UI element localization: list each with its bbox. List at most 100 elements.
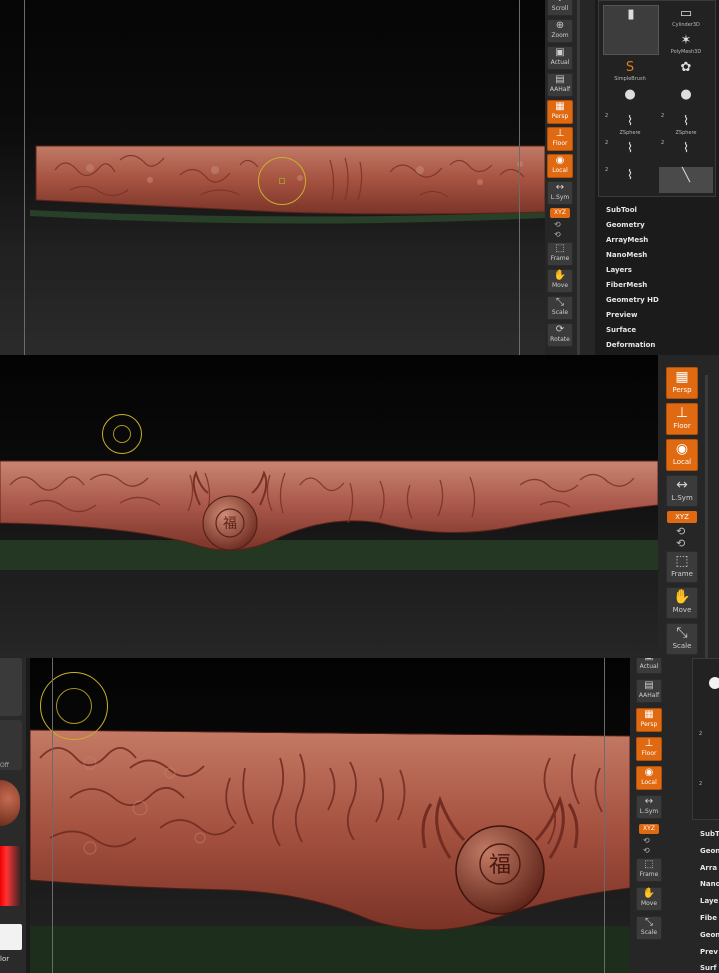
scroll-button[interactable]: ⇕Scroll: [547, 0, 573, 16]
zoom-button[interactable]: ⊕ Zoom: [547, 19, 573, 43]
sphere-thumb[interactable]: [709, 677, 719, 689]
tool-thumbnail[interactable]: ▭ Cylinder3D: [659, 5, 713, 31]
color-picker[interactable]: [0, 846, 22, 906]
tool-thumbnail[interactable]: S SimpleBrush: [603, 59, 657, 85]
menu-item-arra[interactable]: Arra: [700, 860, 719, 877]
material-swatch[interactable]: [0, 780, 20, 826]
xyz-toggle[interactable]: XYZ: [667, 511, 697, 523]
menu-item-subtool[interactable]: SubTool: [606, 203, 659, 218]
scale-icon: ⤡: [676, 625, 688, 641]
l-sym-button[interactable]: ↔ L.Sym: [547, 181, 573, 205]
tool-thumbnail[interactable]: 2 ⌇ ZSphere: [603, 113, 657, 139]
xyz-toggle[interactable]: XYZ: [639, 824, 659, 834]
persp-button[interactable]: ▦ Persp: [666, 367, 698, 399]
toolbar-button-label: Floor: [552, 140, 568, 147]
rotate-axis-icon[interactable]: ⟲: [554, 230, 561, 239]
main-color-swatch[interactable]: [0, 924, 22, 950]
menu-item-subt[interactable]: SubT: [700, 826, 719, 843]
frame-button[interactable]: ⬚ Frame: [636, 858, 662, 882]
move-button[interactable]: ✋ Move: [636, 887, 662, 911]
scale-button[interactable]: ⤡ Scale: [547, 296, 573, 320]
menu-item-fibermesh[interactable]: FiberMesh: [606, 278, 659, 293]
floor-button[interactable]: ⊥ Floor: [666, 403, 698, 435]
menu-item-preview[interactable]: Preview: [606, 308, 659, 323]
tool-thumbnail[interactable]: ╲: [659, 167, 713, 193]
viewport-canvas[interactable]: [0, 0, 546, 355]
local-button[interactable]: ◉ Local: [666, 439, 698, 471]
menu-item-geometry[interactable]: Geometry: [606, 218, 659, 233]
tool-label: SimpleBrush: [614, 76, 646, 82]
tool-subtool-count: 2: [605, 140, 609, 146]
rotate-axis-icon[interactable]: ⟲: [643, 846, 650, 855]
persp-icon: ▦: [555, 101, 565, 112]
toolbar-button-label: Move: [551, 282, 569, 289]
rotate-axis-icon[interactable]: ⟲: [643, 836, 650, 845]
aahalf-button[interactable]: ▤ AAHalf: [636, 679, 662, 703]
floor-button[interactable]: ⊥ Floor: [636, 737, 662, 761]
actual-button[interactable]: ▣Actual: [547, 46, 573, 70]
scale-button[interactable]: ⤡ Scale: [666, 623, 698, 655]
off-label: Off: [0, 762, 9, 769]
menu-item-surf[interactable]: Surf: [700, 960, 719, 973]
persp-button[interactable]: ▦ Persp: [636, 708, 662, 732]
tool-thumbnail[interactable]: ●: [603, 86, 657, 112]
l-sym-button[interactable]: ↔ L.Sym: [636, 795, 662, 819]
xyz-toggle[interactable]: XYZ: [550, 208, 570, 218]
rotate-button[interactable]: ⟳ Rotate: [547, 323, 573, 347]
local-icon: ◉: [644, 767, 654, 778]
viewport-canvas[interactable]: 福: [0, 355, 659, 658]
rotate-axis-icon[interactable]: ⟲: [554, 220, 561, 229]
frame-button[interactable]: ⬚ Frame: [547, 242, 573, 266]
menu-item-surface[interactable]: Surface: [606, 323, 659, 338]
frame-button[interactable]: ⬚ Frame: [666, 551, 698, 583]
menu-item-geon[interactable]: Geon: [700, 843, 719, 860]
move-button[interactable]: ✋ Move: [547, 269, 573, 293]
rotate-icon: ⟳: [555, 324, 565, 335]
local-button[interactable]: ◉ Local: [547, 154, 573, 178]
floor-button[interactable]: ⊥ Floor: [547, 127, 573, 151]
scrollbar[interactable]: [577, 0, 580, 355]
menu-item-prev[interactable]: Prev: [700, 944, 719, 961]
fu-character: 福: [223, 516, 237, 532]
frame-icon: ⬚: [555, 243, 565, 254]
persp-button[interactable]: ▦ Persp: [547, 100, 573, 124]
local-button[interactable]: ◉ Local: [636, 766, 662, 790]
frame-line-right: [519, 0, 520, 355]
menu-item-deformation[interactable]: Deformation: [606, 338, 659, 353]
menu-item-arraymesh[interactable]: ArrayMesh: [606, 233, 659, 248]
brush-slot[interactable]: [0, 658, 22, 716]
actual-button[interactable]: ▣Actual: [636, 658, 662, 674]
scrollbar[interactable]: [705, 375, 708, 658]
tool-thumbnail[interactable]: ✿: [659, 59, 713, 85]
viewport-canvas[interactable]: 福: [29, 658, 631, 973]
menu-item-laye[interactable]: Laye: [700, 893, 719, 910]
zoom-icon: ⊕: [555, 20, 565, 31]
tool-thumbnail[interactable]: ●: [659, 86, 713, 112]
persp-icon: ▦: [675, 369, 689, 385]
toolbar-button-label: Floor: [673, 422, 691, 430]
tool-thumbnail[interactable]: ✶ PolyMesh3D: [659, 32, 713, 58]
tool-thumbnail[interactable]: 2 ⌇: [659, 140, 713, 166]
toolbar-button-label: Actual: [550, 59, 570, 66]
toolbar-button-label: Move: [672, 606, 692, 614]
tool-thumbnail[interactable]: 2 ⌇: [603, 167, 657, 193]
tool-thumbnail[interactable]: 2 ⌇ ZSphere: [659, 113, 713, 139]
menu-item-nano[interactable]: Nano: [700, 876, 719, 893]
toolbar-button-label: L.Sym: [639, 808, 659, 815]
move-button[interactable]: ✋ Move: [666, 587, 698, 619]
rotate-axis-icon[interactable]: ⟲: [676, 537, 685, 550]
tool-icon: ✿: [680, 60, 692, 75]
l-sym-button[interactable]: ↔ L.Sym: [666, 475, 698, 507]
actual-icon: ▣: [555, 47, 565, 58]
menu-item-geometry-hd[interactable]: Geometry HD: [606, 293, 659, 308]
toolbar-button-label: Zoom: [551, 32, 569, 39]
menu-item-layers[interactable]: Layers: [606, 263, 659, 278]
move-icon: ✋: [642, 888, 656, 899]
scale-button[interactable]: ⤡ Scale: [636, 916, 662, 940]
menu-item-fibe[interactable]: Fibe: [700, 910, 719, 927]
aahalf-button[interactable]: ▤ AAHalf: [547, 73, 573, 97]
tool-thumbnail[interactable]: 2 ⌇: [603, 140, 657, 166]
tool-thumbnail[interactable]: [603, 32, 657, 58]
menu-item-nanomesh[interactable]: NanoMesh: [606, 248, 659, 263]
menu-item-geon[interactable]: Geon: [700, 927, 719, 944]
